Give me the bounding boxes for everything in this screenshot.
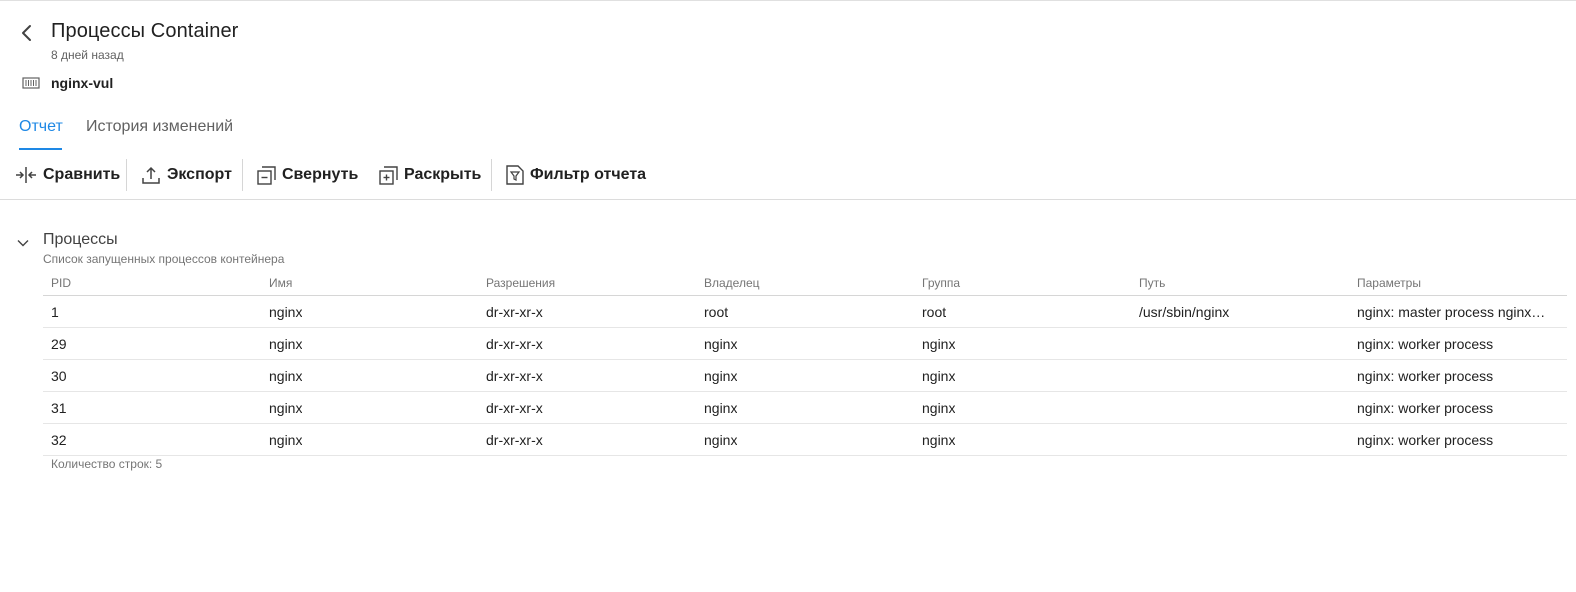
- active-tab-indicator: [19, 148, 62, 150]
- expand-all-icon: [379, 165, 398, 185]
- page-title: Процессы Container: [51, 20, 239, 42]
- cell-parameters: nginx: master process nginx…: [1357, 304, 1546, 320]
- cell-name: nginx: [269, 368, 303, 384]
- row-count: Количество строк: 5: [51, 457, 163, 471]
- compare-button[interactable]: Сравнить: [15, 158, 120, 192]
- cell-name: nginx: [269, 304, 303, 320]
- chevron-down-icon: [17, 240, 29, 247]
- column-header-parameters[interactable]: Параметры: [1357, 276, 1557, 290]
- table-row[interactable]: 1 nginx dr-xr-xr-x root root /usr/sbin/n…: [43, 296, 1567, 328]
- toolbar-divider: [126, 159, 127, 191]
- cell-name: nginx: [269, 336, 303, 352]
- cell-group: nginx: [922, 400, 956, 416]
- cell-group: nginx: [922, 432, 956, 448]
- cell-owner: nginx: [704, 432, 738, 448]
- processes-table: PID Имя Разрешения Владелец Группа Путь …: [43, 273, 1567, 456]
- cell-parameters: nginx: worker process: [1357, 400, 1494, 416]
- tab-report[interactable]: Отчет: [19, 118, 63, 136]
- column-header-permissions[interactable]: Разрешения: [486, 276, 555, 290]
- cell-pid: 30: [51, 368, 67, 384]
- section-collapse-toggle[interactable]: [14, 234, 32, 252]
- cell-owner: nginx: [704, 400, 738, 416]
- asset-link[interactable]: nginx-vul: [22, 74, 113, 92]
- back-button[interactable]: [14, 20, 40, 46]
- cell-pid: 32: [51, 432, 67, 448]
- toolbar-divider-line: [0, 199, 1576, 200]
- cell-permissions: dr-xr-xr-x: [486, 432, 543, 448]
- expand-label: Раскрыть: [404, 166, 482, 183]
- top-divider: [0, 0, 1576, 1]
- tab-history[interactable]: История изменений: [86, 118, 233, 136]
- column-header-pid[interactable]: PID: [51, 276, 71, 290]
- collapse-all-icon: [257, 165, 276, 185]
- cell-pid: 31: [51, 400, 67, 416]
- toolbar-divider: [491, 159, 492, 191]
- cell-permissions: dr-xr-xr-x: [486, 336, 543, 352]
- toolbar-divider: [242, 159, 243, 191]
- cell-parameters: nginx: worker process: [1357, 336, 1494, 352]
- cell-name: nginx: [269, 432, 303, 448]
- container-icon: [22, 74, 40, 92]
- section-title: Процессы: [43, 231, 118, 248]
- cell-owner: nginx: [704, 336, 738, 352]
- table-row[interactable]: 31 nginx dr-xr-xr-x nginx nginx nginx: w…: [43, 392, 1567, 424]
- compare-label: Сравнить: [43, 166, 121, 183]
- upload-icon: [142, 166, 160, 184]
- report-filter-label: Фильтр отчета: [530, 166, 647, 183]
- cell-group: root: [922, 304, 947, 320]
- expand-button[interactable]: Раскрыть: [379, 158, 481, 192]
- cell-parameters: nginx: worker process: [1357, 368, 1494, 384]
- cell-permissions: dr-xr-xr-x: [486, 304, 543, 320]
- cell-parameters: nginx: worker process: [1357, 432, 1494, 448]
- cell-permissions: dr-xr-xr-x: [486, 400, 543, 416]
- cell-pid: 1: [51, 304, 59, 320]
- table-header: PID Имя Разрешения Владелец Группа Путь …: [43, 273, 1567, 296]
- cell-permissions: dr-xr-xr-x: [486, 368, 543, 384]
- cell-owner: nginx: [704, 368, 738, 384]
- column-header-owner[interactable]: Владелец: [704, 276, 760, 290]
- collapse-label: Свернуть: [282, 166, 359, 183]
- page-timestamp: 8 дней назад: [51, 48, 124, 62]
- column-header-name[interactable]: Имя: [269, 276, 292, 290]
- cell-group: nginx: [922, 368, 956, 384]
- report-filter-button[interactable]: Фильтр отчета: [506, 158, 646, 192]
- cell-group: nginx: [922, 336, 956, 352]
- export-button[interactable]: Экспорт: [141, 158, 232, 192]
- column-header-group[interactable]: Группа: [922, 276, 960, 290]
- collapse-button[interactable]: Свернуть: [257, 158, 358, 192]
- table-row[interactable]: 30 nginx dr-xr-xr-x nginx nginx nginx: w…: [43, 360, 1567, 392]
- cell-path: /usr/sbin/nginx: [1139, 304, 1230, 320]
- chevron-left-icon: [22, 25, 31, 41]
- table-row[interactable]: 29 nginx dr-xr-xr-x nginx nginx nginx: w…: [43, 328, 1567, 360]
- asset-name: nginx-vul: [51, 75, 114, 91]
- export-label: Экспорт: [167, 166, 232, 183]
- cell-name: nginx: [269, 400, 303, 416]
- compare-icon: [16, 167, 36, 183]
- cell-pid: 29: [51, 336, 67, 352]
- table-row[interactable]: 32 nginx dr-xr-xr-x nginx nginx nginx: w…: [43, 424, 1567, 456]
- filter-document-icon: [506, 165, 524, 185]
- toolbar: Сравнить Экспорт Свернуть Раскрыть Фильт…: [0, 158, 700, 192]
- column-header-path[interactable]: Путь: [1139, 276, 1165, 290]
- section-description: Список запущенных процессов контейнера: [43, 252, 285, 266]
- cell-owner: root: [704, 304, 729, 320]
